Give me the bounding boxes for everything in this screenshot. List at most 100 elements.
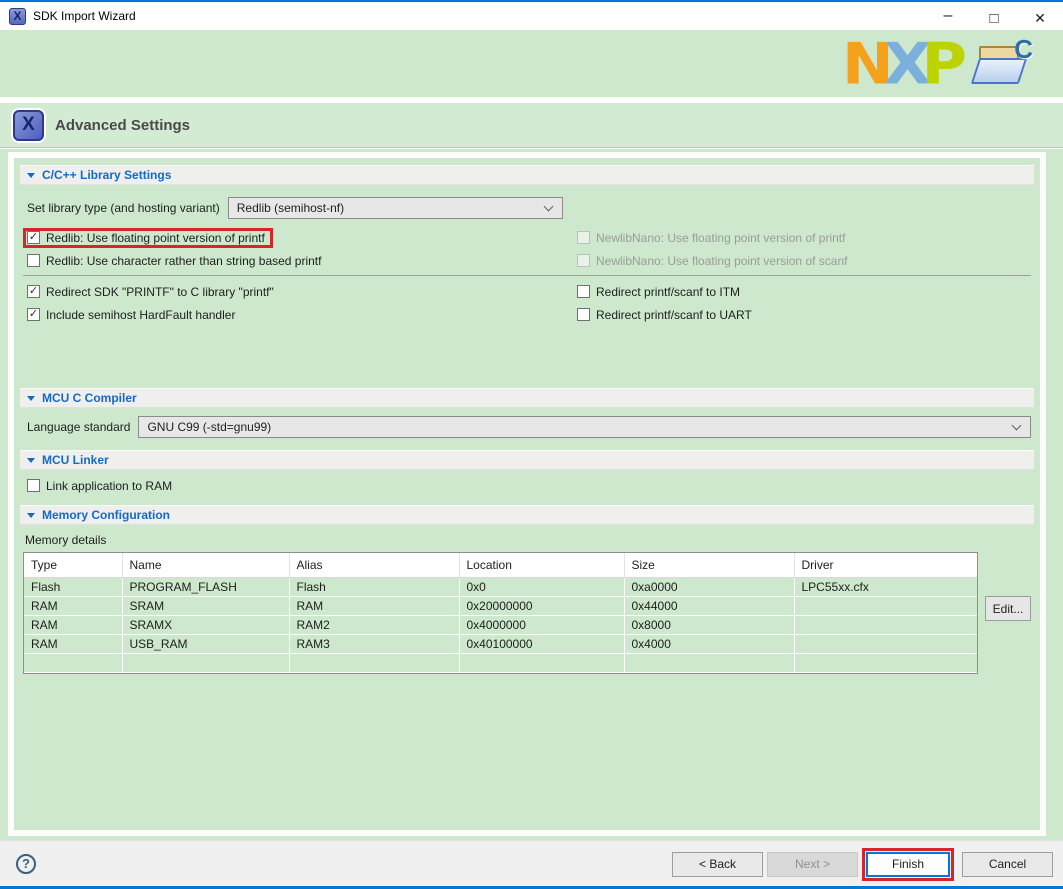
- finish-button[interactable]: Finish: [866, 852, 950, 877]
- checkbox-label: Redirect printf/scanf to ITM: [596, 285, 740, 299]
- section-title: C/C++ Library Settings: [42, 168, 171, 182]
- table-cell: Flash: [24, 577, 122, 596]
- table-cell: RAM: [289, 596, 459, 615]
- table-cell: 0xa0000: [624, 577, 794, 596]
- c-project-folder-icon: C: [975, 38, 1033, 90]
- table-row[interactable]: RAMSRAMRAM0x200000000x44000: [24, 596, 977, 615]
- mcuxpresso-logo-icon: X: [13, 110, 44, 141]
- checkbox-row[interactable]: Redlib: Use character rather than string…: [23, 251, 329, 271]
- collapse-triangle-icon[interactable]: [27, 513, 35, 518]
- maximize-button[interactable]: □: [971, 4, 1017, 32]
- table-cell: 0x40100000: [459, 634, 624, 653]
- checkbox-row[interactable]: Redirect printf/scanf to UART: [573, 305, 760, 325]
- checkbox-row[interactable]: ✓ Redirect SDK "PRINTF" to C library "pri…: [23, 282, 282, 302]
- library-type-value: Redlib (semihost-nf): [237, 201, 545, 215]
- table-cell: RAM: [24, 615, 122, 634]
- checkbox-row: NewlibNano: Use floating point version o…: [573, 228, 853, 248]
- checkbox-row: NewlibNano: Use floating point version o…: [573, 251, 855, 271]
- table-cell: [794, 615, 977, 634]
- column-header-size[interactable]: Size: [624, 553, 794, 577]
- checkbox-row[interactable]: ✓ Include semihost HardFault handler: [23, 305, 243, 325]
- minimize-button[interactable]: –: [925, 4, 971, 32]
- edit-button[interactable]: Edit...: [985, 596, 1031, 621]
- button-bar: ? < Back Next > Finish Cancel: [0, 840, 1063, 886]
- table-cell: SRAMX: [122, 615, 289, 634]
- checkbox[interactable]: [27, 254, 40, 267]
- column-header-name[interactable]: Name: [122, 553, 289, 577]
- checkbox-row[interactable]: Redirect printf/scanf to ITM: [573, 282, 748, 302]
- checkbox[interactable]: ✓: [27, 231, 40, 244]
- table-row[interactable]: RAMSRAMXRAM20x40000000x8000: [24, 615, 977, 634]
- table-cell: Flash: [289, 577, 459, 596]
- section-compiler-header[interactable]: MCU C Compiler: [20, 388, 1034, 408]
- main-area: C/C++ Library Settings Set library type …: [0, 149, 1063, 840]
- page-title: Advanced Settings: [55, 117, 190, 134]
- table-header-row: Type Name Alias Location Size Driver: [24, 553, 977, 577]
- checkbox-label: Redlib: Use floating point version of pr…: [46, 231, 265, 245]
- column-header-location[interactable]: Location: [459, 553, 624, 577]
- next-button[interactable]: Next >: [767, 852, 858, 877]
- checkbox-label: Redirect SDK "PRINTF" to C library "prin…: [46, 285, 274, 299]
- collapse-triangle-icon[interactable]: [27, 173, 35, 178]
- table-cell: [459, 653, 624, 672]
- table-cell: 0x4000000: [459, 615, 624, 634]
- help-icon[interactable]: ?: [16, 854, 36, 874]
- language-standard-label: Language standard: [27, 420, 130, 434]
- section-linker-header[interactable]: MCU Linker: [20, 450, 1034, 470]
- table-cell: [24, 653, 122, 672]
- table-cell: RAM: [24, 596, 122, 615]
- language-standard-dropdown[interactable]: GNU C99 (-std=gnu99): [138, 416, 1031, 438]
- section-title: Memory Configuration: [42, 508, 170, 522]
- finish-highlight-box: Finish: [862, 848, 954, 881]
- table-cell: RAM: [24, 634, 122, 653]
- checkbox-label: NewlibNano: Use floating point version o…: [596, 254, 847, 268]
- table-cell: 0x0: [459, 577, 624, 596]
- checkbox[interactable]: [577, 308, 590, 321]
- chevron-down-icon: [543, 201, 553, 211]
- checkbox[interactable]: [577, 285, 590, 298]
- library-type-dropdown[interactable]: Redlib (semihost-nf): [228, 197, 563, 219]
- table-cell: RAM3: [289, 634, 459, 653]
- checkbox-label: Redirect printf/scanf to UART: [596, 308, 752, 322]
- table-cell: PROGRAM_FLASH: [122, 577, 289, 596]
- table-cell: LPC55xx.cfx: [794, 577, 977, 596]
- collapse-triangle-icon[interactable]: [27, 458, 35, 463]
- section-library-header[interactable]: C/C++ Library Settings: [20, 165, 1034, 185]
- back-button[interactable]: < Back: [672, 852, 763, 877]
- library-type-label: Set library type (and hosting variant): [27, 201, 220, 215]
- section-title: MCU C Compiler: [42, 391, 137, 405]
- checkbox-label: Include semihost HardFault handler: [46, 308, 235, 322]
- checkbox-row[interactable]: ✓ Redlib: Use floating point version of p…: [23, 228, 273, 248]
- checkbox[interactable]: ✓: [27, 308, 40, 321]
- library-checkbox-group-left-bottom: ✓ Redirect SDK "PRINTF" to C library "pri…: [23, 280, 573, 326]
- app-logo-icon: X: [9, 8, 26, 25]
- table-cell: 0x4000: [624, 634, 794, 653]
- collapse-triangle-icon[interactable]: [27, 396, 35, 401]
- window-title: SDK Import Wizard: [33, 9, 136, 23]
- table-cell: [624, 653, 794, 672]
- memory-details-label: Memory details: [25, 533, 1034, 547]
- page-header: X Advanced Settings: [0, 103, 1063, 148]
- column-header-alias[interactable]: Alias: [289, 553, 459, 577]
- checkbox[interactable]: [27, 479, 40, 492]
- checkbox[interactable]: ✓: [27, 285, 40, 298]
- checkbox-label: Link application to RAM: [46, 479, 172, 493]
- settings-panel: C/C++ Library Settings Set library type …: [8, 152, 1046, 836]
- library-checkbox-group-right-top: NewlibNano: Use floating point version o…: [573, 226, 1034, 272]
- table-cell: [794, 596, 977, 615]
- table-row[interactable]: [24, 653, 977, 672]
- cancel-button[interactable]: Cancel: [962, 852, 1053, 877]
- close-button[interactable]: ✕: [1017, 4, 1063, 32]
- table-row[interactable]: RAMUSB_RAMRAM30x401000000x4000: [24, 634, 977, 653]
- branding-banner: NXP C: [0, 30, 1063, 97]
- column-header-driver[interactable]: Driver: [794, 553, 977, 577]
- table-cell: 0x8000: [624, 615, 794, 634]
- section-memory-header[interactable]: Memory Configuration: [20, 505, 1034, 525]
- title-bar: X SDK Import Wizard – □ ✕: [0, 0, 1063, 30]
- nxp-letter-n: N: [842, 29, 884, 96]
- checkbox-row[interactable]: Link application to RAM: [23, 476, 180, 496]
- table-row[interactable]: FlashPROGRAM_FLASHFlash0x00xa0000LPC55xx…: [24, 577, 977, 596]
- library-divider: [23, 275, 1031, 276]
- library-checkbox-group-left-top: ✓ Redlib: Use floating point version of p…: [23, 226, 573, 272]
- column-header-type[interactable]: Type: [24, 553, 122, 577]
